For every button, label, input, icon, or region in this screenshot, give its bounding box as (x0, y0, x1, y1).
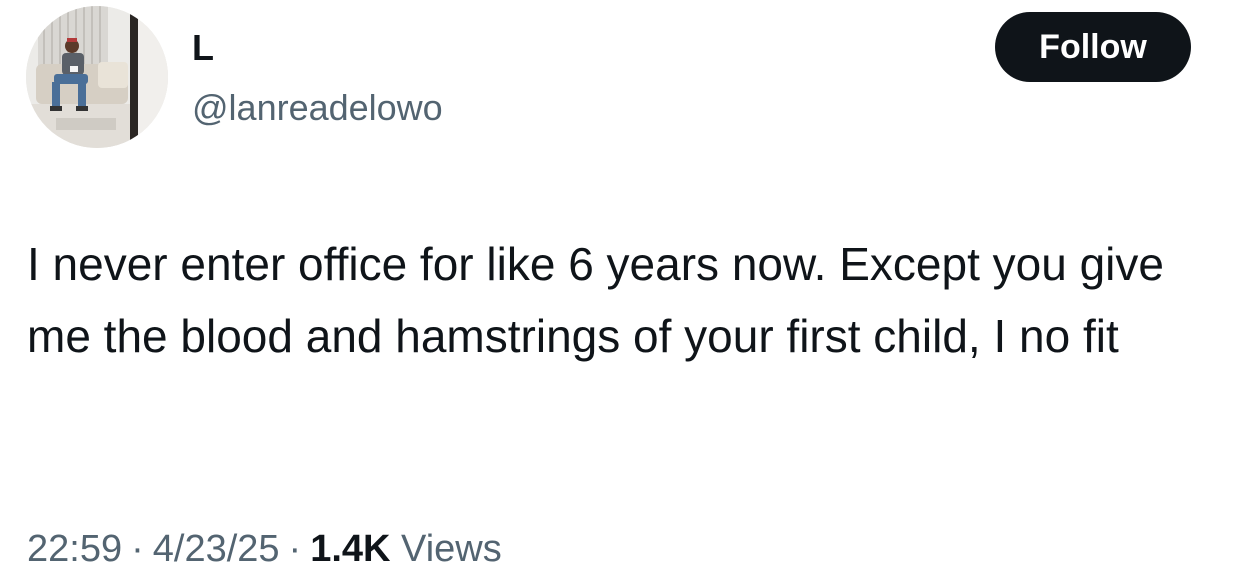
user-handle[interactable]: @lanreadelowo (192, 86, 443, 130)
avatar-photo (26, 6, 168, 148)
tweet-date[interactable]: 4/23/25 (153, 528, 280, 570)
display-name[interactable]: L (192, 26, 214, 70)
meta-separator: · (288, 528, 302, 570)
tweet-meta: 22:59 · 4/23/25 · 1.4K Views (27, 526, 502, 572)
tweet-text: I never enter office for like 6 years no… (27, 238, 1164, 362)
follow-button[interactable]: Follow (995, 12, 1191, 82)
tweet-time[interactable]: 22:59 (27, 528, 122, 570)
views-label: Views (401, 528, 502, 570)
meta-separator: · (131, 528, 144, 570)
views-count[interactable]: 1.4K (310, 528, 390, 570)
avatar[interactable] (26, 6, 168, 148)
